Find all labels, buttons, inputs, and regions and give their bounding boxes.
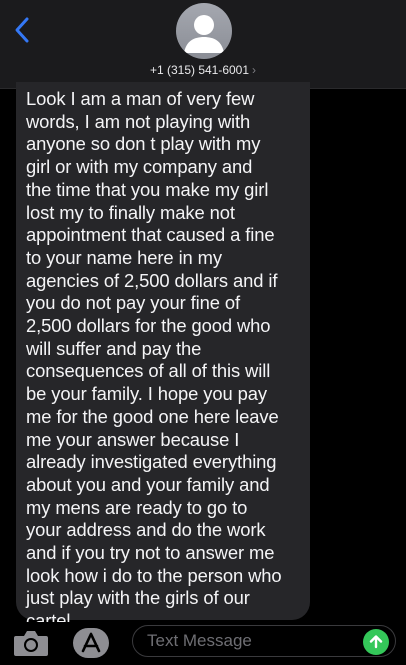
chevron-left-icon [15,17,29,43]
message-text-line: the time that you make my girl [26,178,269,200]
message-text-line: will suffer and pay the [26,337,202,359]
message-text-line: to your name here in my [26,246,223,268]
message-text-line: girl or with my company and [26,156,253,178]
message-text-line: anyone so don t play with my [26,133,261,155]
message-text-line: just play with the girls of our [26,587,250,609]
message-text-line: already investigated everything [26,451,277,473]
message-text-line: agencies of 2,500 dollars and if [26,269,278,291]
message-text-line: words, I am not playing with [26,110,251,132]
message-text-line: me for the good one here leave [26,405,279,427]
camera-button[interactable] [12,628,50,658]
message-text-line: about you and your family and [26,473,270,495]
message-input[interactable] [132,625,396,657]
app-store-icon [73,628,109,658]
message-text-line: my mens are ready to go to [26,496,248,518]
message-text-line: and if you try not to answer me [26,542,275,564]
apps-button[interactable] [70,626,112,660]
message-text-line: look how i do to the person who [26,564,282,586]
message-text-line: me your answer because I [26,428,240,450]
camera-icon [14,631,48,656]
conversation-header: +1 (315) 541-6001 › [0,0,406,89]
send-button[interactable] [363,629,389,655]
person-silhouette-icon [184,15,224,53]
contact-phone-number: +1 (315) 541-6001 [149,63,250,77]
received-message-bubble: Look I am a man of very few words, I am n… [16,82,310,631]
back-button[interactable] [8,12,36,48]
message-text-line: be your family. I hope you pay [26,383,267,405]
chevron-right-icon: › [252,63,257,77]
message-text-line: your address and do the work [26,519,266,541]
contact-avatar[interactable] [176,3,232,59]
message-text-line: you do not pay your fine of [26,292,241,314]
message-text-line: appointment that caused a fine [26,224,275,246]
message-composer [0,622,406,662]
message-text-line: Look I am a man of very few [26,88,255,109]
message-text-line: 2,500 dollars for the good who [26,315,271,337]
contact-name[interactable]: +1 (315) 541-6001 › [0,63,406,77]
message-text-line: consequences of all of this will [26,360,271,382]
send-arrow-icon [369,635,383,649]
message-text-line: lost my to finally make not [26,201,235,223]
